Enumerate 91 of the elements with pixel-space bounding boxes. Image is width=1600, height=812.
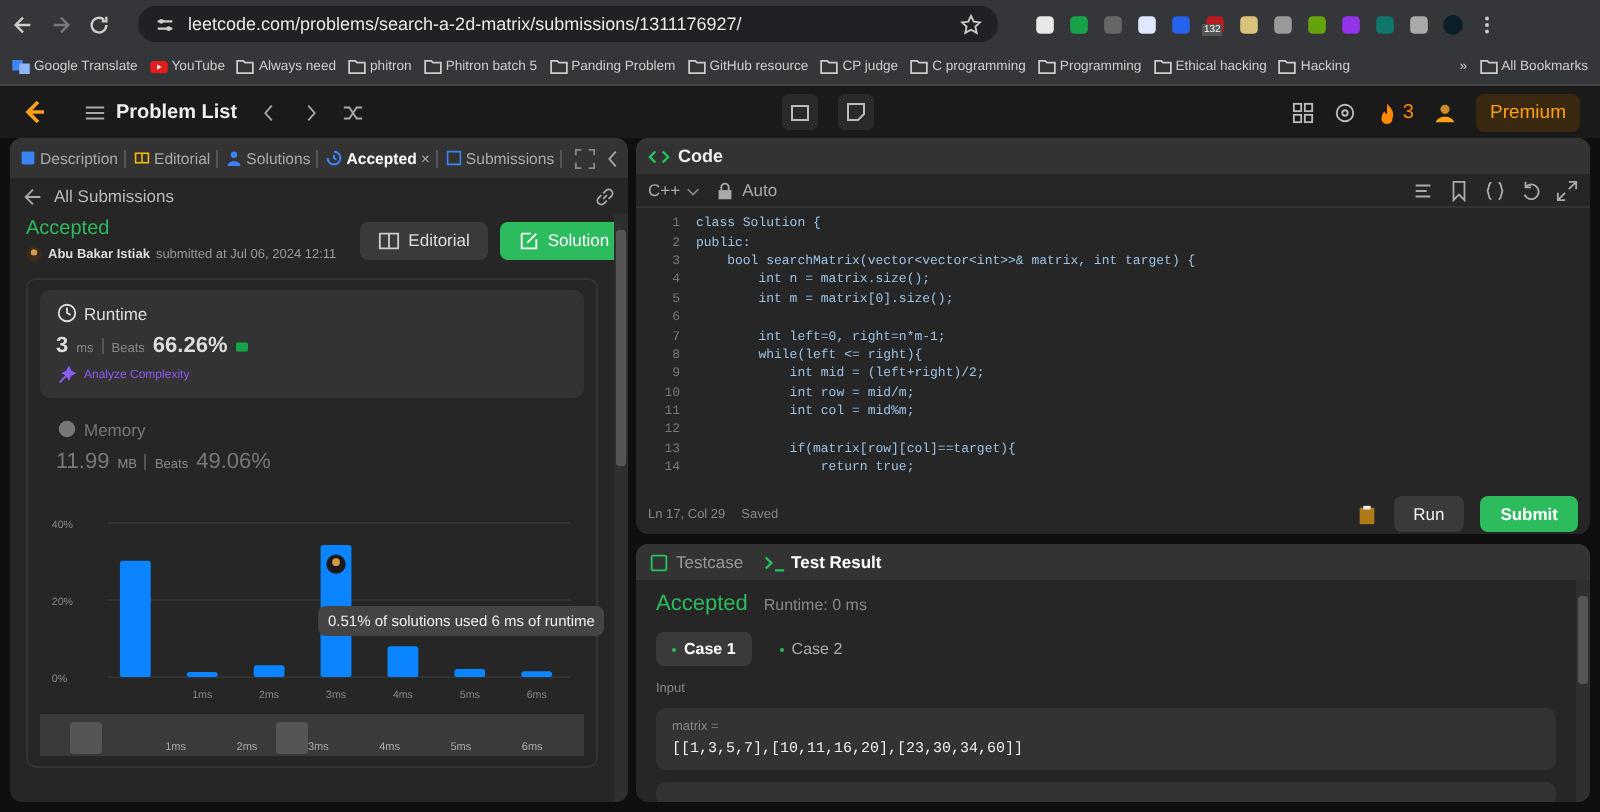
link-icon[interactable] [594, 185, 616, 207]
folder-icon [423, 59, 442, 73]
book-icon [134, 150, 150, 166]
shuffle-icon[interactable] [341, 101, 364, 123]
folder-icon [820, 59, 839, 73]
clock-icon [56, 302, 78, 324]
folder-icon [236, 59, 255, 73]
avatar-icon[interactable] [1433, 101, 1456, 123]
extension-icon[interactable] [1306, 13, 1328, 35]
forward-icon[interactable] [50, 13, 72, 35]
extension-icon[interactable] [1238, 13, 1260, 35]
problem-list-link[interactable]: Problem List [84, 101, 238, 123]
folder-icon [1278, 59, 1297, 73]
metric-value: 3 [56, 334, 69, 358]
edit-icon [517, 229, 540, 251]
list-icon [84, 101, 106, 123]
chart-bar[interactable] [119, 560, 151, 678]
folder-icon [348, 59, 367, 73]
metric-title: Memory [84, 419, 146, 439]
folder-icon [1037, 59, 1056, 73]
runtime-text: Runtime: 0 ms [763, 596, 867, 614]
settings-icon[interactable] [1334, 101, 1357, 123]
folder-icon [687, 59, 706, 73]
range-handle[interactable] [276, 722, 308, 754]
avatar-icon [26, 246, 42, 262]
extension-icon[interactable] [1034, 13, 1056, 35]
run-button[interactable]: Run [1393, 496, 1465, 532]
language-dropdown[interactable]: C++ [648, 180, 701, 200]
book-icon [378, 229, 401, 251]
format-icon[interactable] [1412, 179, 1434, 201]
clock-icon [326, 150, 343, 166]
logo-icon[interactable] [20, 98, 48, 126]
chart-bar[interactable] [253, 665, 285, 678]
back-icon[interactable] [12, 13, 34, 35]
sparkle-icon [56, 364, 78, 386]
folder-icon [1153, 59, 1172, 73]
address-bar[interactable]: leetcode.com/problems/search-a-2d-matrix/submissions/1311176927/ [138, 6, 998, 42]
case-tab[interactable]: Case 2 [763, 632, 859, 666]
grid-icon[interactable] [1292, 101, 1315, 123]
site-info-icon[interactable] [154, 13, 176, 35]
extension-icon[interactable] [1136, 13, 1158, 35]
document-icon [20, 150, 36, 166]
premium-button[interactable]: Premium [1475, 93, 1580, 131]
folder-icon [910, 59, 929, 73]
streak-counter[interactable]: 3 [1376, 101, 1414, 123]
scrollbar[interactable] [614, 214, 628, 802]
expand-icon[interactable] [1556, 179, 1578, 201]
panel-title: Code [678, 146, 723, 166]
case-tab[interactable]: Case 1 [656, 632, 752, 666]
reset-icon[interactable] [1520, 179, 1542, 201]
editorial-button[interactable]: Editorial [360, 221, 488, 259]
reload-icon[interactable] [88, 13, 110, 35]
debug-icon[interactable] [782, 94, 818, 130]
metric-title: Runtime [84, 303, 148, 323]
beats-value: 66.26% [152, 334, 228, 358]
all-submissions-link[interactable]: All Submissions [22, 185, 174, 207]
note-icon[interactable] [838, 94, 874, 130]
extension-icon[interactable] [1272, 13, 1294, 35]
star-icon[interactable] [960, 13, 982, 35]
status-text: Accepted [26, 218, 112, 240]
back-icon [22, 185, 44, 207]
panel-tab[interactable]: Testcase [648, 551, 744, 573]
panel-tab[interactable]: Test Result [763, 551, 882, 573]
range-handle[interactable] [70, 722, 102, 754]
square-icon [445, 150, 462, 166]
extension-icon[interactable] [1408, 13, 1430, 35]
chart-bar[interactable] [387, 646, 419, 678]
auto-toggle[interactable]: Auto [714, 179, 778, 201]
translate-icon [12, 59, 30, 73]
scrollbar[interactable] [1576, 580, 1590, 802]
metric-value: 11.99 [56, 450, 110, 474]
code-icon [648, 145, 670, 167]
bookmark-icon[interactable] [1448, 179, 1470, 201]
folder-icon [1479, 59, 1498, 73]
fullscreen-icon[interactable] [574, 147, 597, 169]
beats-value: 49.06% [196, 450, 271, 474]
result-status: Accepted [656, 592, 748, 616]
video-icon [149, 59, 168, 73]
chart-bar[interactable] [186, 672, 218, 678]
caret-icon [686, 183, 701, 197]
flame-icon [1376, 101, 1399, 123]
clipboard-icon[interactable] [1355, 503, 1378, 525]
folder-icon [549, 59, 568, 73]
terminal-icon [763, 551, 786, 573]
chart-bar[interactable] [454, 669, 486, 678]
braces-icon[interactable] [1484, 179, 1506, 201]
avatar-icon [326, 554, 346, 574]
checkbox-icon [648, 551, 670, 573]
person-icon [226, 150, 243, 166]
lock-icon [714, 179, 737, 201]
chart-bar[interactable] [521, 671, 553, 678]
